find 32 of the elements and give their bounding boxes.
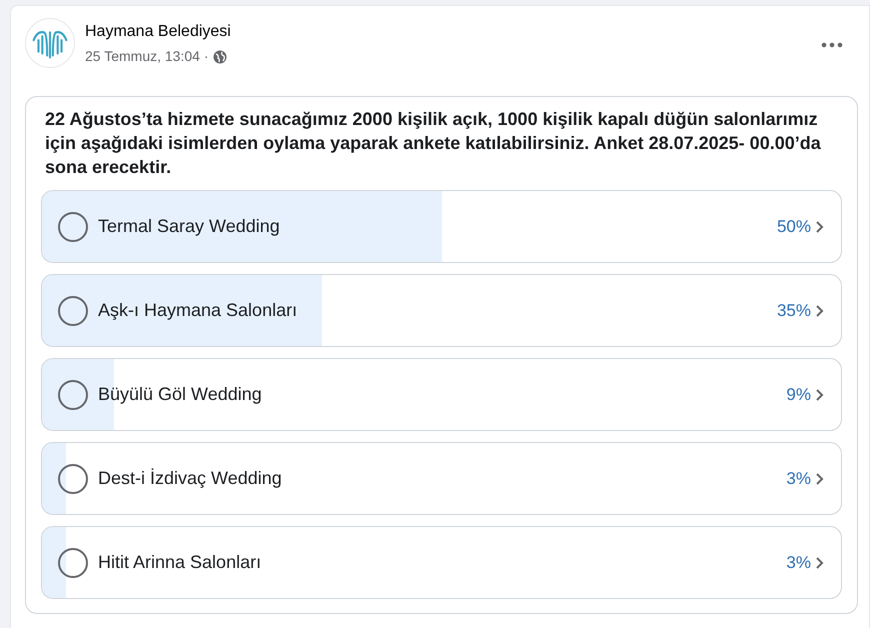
poll-option[interactable]: Hitit Arinna Salonları 3% [41,526,842,599]
option-label: Dest-i İzdivaç Wedding [98,467,282,490]
radio-button[interactable] [58,380,88,410]
chevron-right-icon[interactable] [815,304,825,318]
option-label: Termal Saray Wedding [98,215,280,238]
percentage-text: 9% [786,384,811,406]
author-name[interactable]: Haymana Belediyesi [85,20,231,44]
radio-button[interactable] [58,548,88,578]
more-options-icon[interactable] [821,42,843,48]
option-label: Hitit Arinna Salonları [98,551,262,574]
separator-dot: · [204,47,209,66]
timestamp[interactable]: 25 Temmuz, 13:04 [85,46,200,67]
poll-option[interactable]: Aşk-ı Haymana Salonları 35% [41,274,842,347]
percentage-text: 50% [776,216,811,238]
chevron-right-icon[interactable] [815,388,825,402]
fountain-logo-icon [25,18,75,68]
chevron-right-icon[interactable] [815,472,825,486]
poll-option[interactable]: Dest-i İzdivaç Wedding 3% [41,442,842,515]
poll-option[interactable]: Büyülü Göl Wedding 9% [41,358,842,431]
radio-button[interactable] [58,296,88,326]
chevron-right-icon[interactable] [815,556,825,570]
radio-button[interactable] [58,212,88,242]
percentage-text: 3% [786,552,811,574]
option-label: Aşk-ı Haymana Salonları [98,299,298,322]
poll-question: 22 Ağustos’ta hizmete sunacağımız 2000 kişilik açık, 1000 kişilik kapalı düğün salonlarımız için aşağıdaki isimlerden oylama yaparak ankete katılabilirsiniz. Anket 28.07.2025- 00.00’da sona erecektir. [44,108,822,179]
radio-button[interactable] [58,464,88,494]
percentage-text: 3% [786,468,811,490]
chevron-right-icon[interactable] [815,220,825,234]
option-label: Büyülü Göl Wedding [98,383,262,406]
globe-icon [212,50,227,64]
percentage-text: 35% [776,300,811,322]
poll-option[interactable]: Termal Saray Wedding 50% [41,190,842,263]
